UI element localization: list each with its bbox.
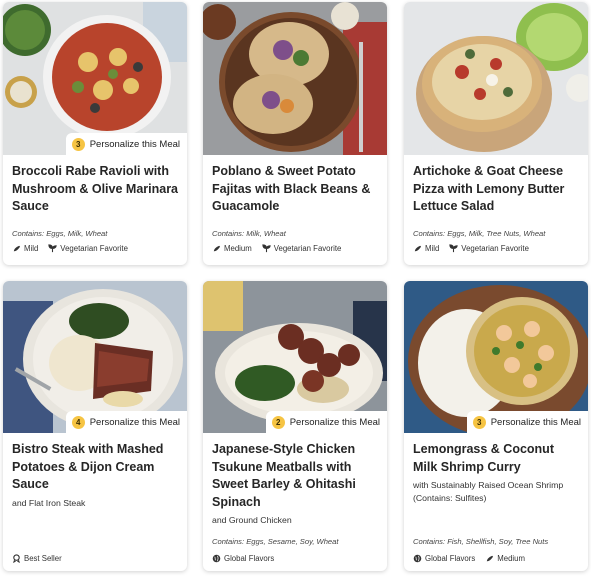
globe-icon [212, 554, 221, 563]
tag-best-seller: Best Seller [12, 554, 62, 563]
tag-global-flavors: Global Flavors [212, 554, 274, 563]
allergen-text: Contains: Eggs, Sesame, Soy, Wheat [212, 537, 339, 546]
allergen-text: Contains: Milk, Wheat [212, 229, 286, 238]
meal-subtitle: and Flat Iron Steak [12, 497, 86, 508]
meal-photo[interactable] [404, 2, 588, 155]
allergen-text: Contains: Eggs, Milk, Tree Nuts, Wheat [413, 229, 546, 238]
tag-vegetarian: Vegetarian Favorite [262, 244, 341, 253]
meal-title[interactable]: Poblano & Sweet Potato Fajitas with Blac… [212, 163, 378, 216]
sprout-icon [449, 244, 458, 253]
pizza-dish-image [404, 2, 588, 155]
sprout-icon [48, 244, 57, 253]
pepper-icon [213, 245, 221, 252]
tag-spice-level: Mild [413, 244, 439, 253]
personalize-meal-button[interactable]: 4 Personalize this Meal [65, 411, 187, 433]
personalize-meal-button[interactable]: 2 Personalize this Meal [265, 411, 387, 433]
tag-spice-level: Medium [212, 244, 252, 253]
meal-card[interactable]: 4 Personalize this Meal Bistro Steak wit… [3, 281, 187, 571]
pepper-icon [13, 245, 21, 252]
personalize-label: Personalize this Meal [89, 416, 180, 428]
meal-photo[interactable]: 2 Personalize this Meal [203, 281, 387, 433]
tag-vegetarian: Vegetarian Favorite [48, 244, 128, 253]
meal-title[interactable]: Bistro Steak with Mashed Potatoes & Dijo… [12, 441, 178, 494]
personalize-meal-button[interactable]: 3 Personalize this Meal [466, 411, 588, 433]
pepper-icon [414, 245, 422, 252]
globe-icon [413, 554, 422, 563]
meal-photo[interactable]: 4 Personalize this Meal [3, 281, 187, 433]
tag-spice-level: Medium [485, 554, 525, 563]
meal-photo[interactable] [203, 2, 387, 155]
meal-card[interactable]: 3 Personalize this Meal Broccoli Rabe Ra… [3, 2, 187, 265]
personalize-label: Personalize this Meal [289, 416, 380, 428]
allergen-text: Contains: Eggs, Milk, Wheat [12, 229, 108, 238]
meal-photo[interactable]: 3 Personalize this Meal [404, 281, 588, 433]
meal-title[interactable]: Artichoke & Goat Cheese Pizza with Lemon… [413, 163, 579, 216]
meal-card[interactable]: Poblano & Sweet Potato Fajitas with Blac… [203, 2, 387, 265]
meal-title[interactable]: Japanese-Style Chicken Tsukune Meatballs… [212, 441, 378, 511]
meal-card[interactable]: 3 Personalize this Meal Lemongrass & Coc… [404, 281, 588, 571]
ribbon-icon [13, 554, 20, 563]
fajitas-dish-image [203, 2, 387, 155]
meal-photo[interactable]: 3 Personalize this Meal [3, 2, 187, 155]
meal-subtitle: and Ground Chicken [212, 515, 292, 525]
meal-title[interactable]: Lemongrass & Coconut Milk Shrimp Curry [413, 441, 579, 476]
option-count-badge: 3 [472, 415, 486, 429]
tag-global-flavors: Global Flavors [413, 554, 475, 563]
tag-spice-level: Mild [12, 244, 38, 253]
meal-card[interactable]: Artichoke & Goat Cheese Pizza with Lemon… [404, 2, 588, 265]
allergen-text: Contains: Fish, Shellfish, Soy, Tree Nut… [413, 537, 549, 546]
pepper-icon [487, 555, 494, 562]
personalize-label: Personalize this Meal [89, 138, 180, 150]
option-count-badge: 3 [71, 137, 85, 151]
meal-subtitle: with Sustainably Raised Ocean Shrimp (Co… [413, 480, 564, 503]
meal-card[interactable]: 2 Personalize this Meal Japanese-Style C… [203, 281, 387, 571]
option-count-badge: 2 [271, 415, 285, 429]
personalize-meal-button[interactable]: 3 Personalize this Meal [65, 133, 187, 155]
sprout-icon [262, 244, 271, 253]
option-count-badge: 4 [71, 415, 85, 429]
personalize-label: Personalize this Meal [490, 416, 581, 428]
meal-title[interactable]: Broccoli Rabe Ravioli with Mushroom & Ol… [12, 163, 178, 216]
tag-vegetarian: Vegetarian Favorite [449, 244, 529, 253]
